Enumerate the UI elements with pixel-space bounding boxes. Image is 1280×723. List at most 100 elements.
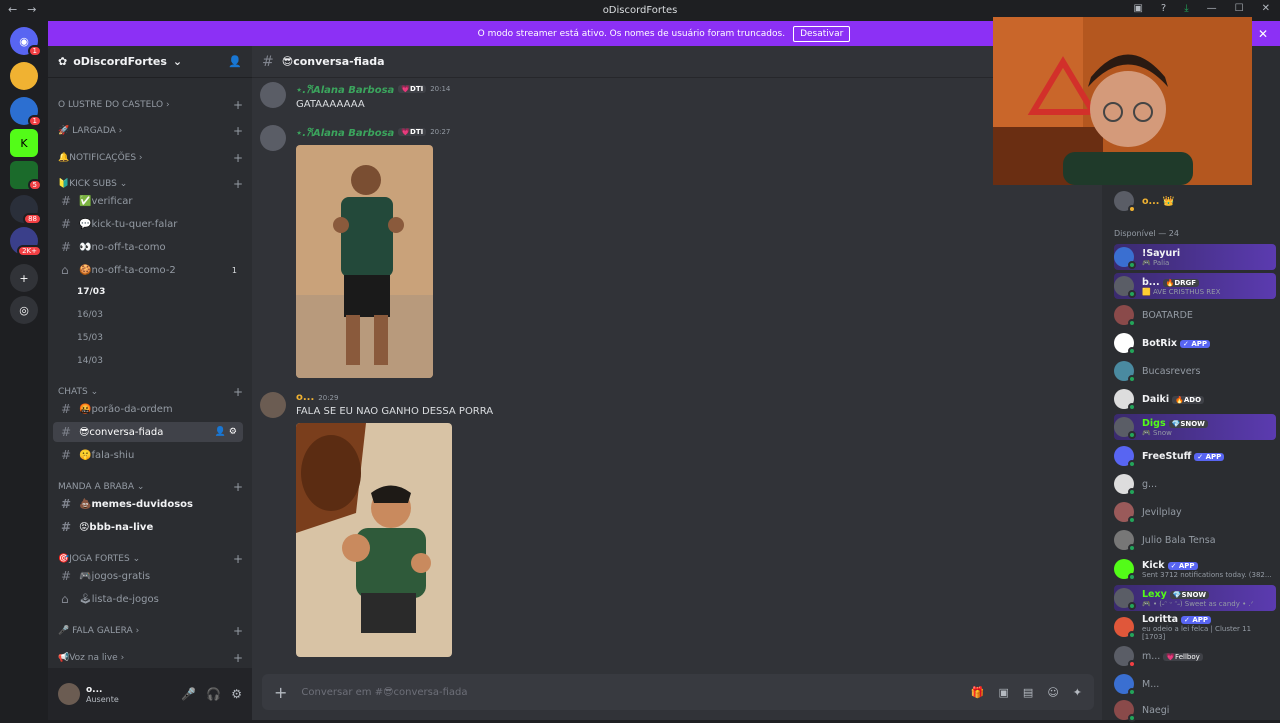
- member-item[interactable]: BOATARDE: [1114, 302, 1276, 328]
- member-item[interactable]: Daiki 🔥ADO: [1114, 386, 1276, 412]
- channel-lista[interactable]: ⌂ 🕹lista-de-jogos: [53, 589, 243, 609]
- maximize-button[interactable]: ☐: [1235, 3, 1244, 14]
- add-channel-icon[interactable]: +: [233, 385, 243, 399]
- headphones-icon[interactable]: 🎧: [206, 687, 221, 701]
- help-icon[interactable]: ?: [1161, 3, 1166, 14]
- member-item[interactable]: g...: [1114, 471, 1276, 497]
- attached-photo[interactable]: [296, 145, 433, 378]
- member-item[interactable]: FreeStuff ✓ APP: [1114, 443, 1276, 469]
- gift-icon[interactable]: 🎁: [971, 686, 985, 699]
- thread-item[interactable]: 17/03: [77, 287, 105, 297]
- avatar[interactable]: [58, 683, 80, 705]
- channel-verificar[interactable]: # ✅verificar: [53, 191, 243, 211]
- channel-nooff[interactable]: # 👀no-off-ta-como: [53, 237, 243, 257]
- forward-arrow-icon[interactable]: →: [27, 3, 36, 16]
- member-item[interactable]: b... 🔥DRGF 🟨 AVE CRISTHUS REX: [1114, 273, 1276, 299]
- category-kicksubs[interactable]: 🔰KICK SUBS ⌄ +: [58, 177, 243, 191]
- author-name[interactable]: o...: [296, 392, 314, 403]
- category-notificacoes[interactable]: 🔔NOTIFICAÇÕES › +: [58, 151, 243, 165]
- channel-jogos[interactable]: # 🎮jogos-gratis: [53, 566, 243, 586]
- server-folder[interactable]: 88: [10, 195, 42, 225]
- back-arrow-icon[interactable]: ←: [8, 3, 17, 16]
- channel-nooff2[interactable]: ⌂ 🍪no-off-ta-como-2 1: [53, 260, 243, 280]
- member-item[interactable]: Kick ✓ APP Sent 3712 notifications today. …: [1114, 556, 1276, 582]
- emoji-icon[interactable]: ☺: [1047, 686, 1058, 699]
- member-item[interactable]: Bucasrevers: [1114, 358, 1276, 384]
- channel-bbb[interactable]: # 😡bbb-na-live: [53, 517, 243, 537]
- member-item[interactable]: Jevilplay: [1114, 499, 1276, 525]
- member-activity: 🟨 AVE CRISTHUS REX: [1142, 287, 1221, 296]
- server-icon[interactable]: [10, 62, 38, 90]
- discover-icon[interactable]: ◎: [10, 296, 38, 324]
- guild-header[interactable]: ✿ oDiscordFortes ⌄ 👤: [48, 46, 252, 78]
- add-channel-icon[interactable]: +: [233, 480, 243, 494]
- close-button[interactable]: ✕: [1262, 3, 1270, 14]
- attached-illustration[interactable]: [296, 423, 452, 657]
- member-name: !Sayuri: [1142, 247, 1181, 259]
- member-item[interactable]: Julio Bala Tensa: [1114, 527, 1276, 553]
- message-header: o... 20:29: [296, 392, 493, 403]
- thread-item[interactable]: 15/03: [77, 333, 103, 343]
- member-item[interactable]: Loritta ✓ APP eu odeio a lei felca | Clust…: [1114, 614, 1276, 641]
- add-channel-icon[interactable]: +: [233, 98, 243, 112]
- upload-plus-icon[interactable]: +: [274, 683, 287, 702]
- add-channel-icon[interactable]: +: [233, 151, 243, 165]
- close-icon[interactable]: ✕: [1258, 27, 1268, 41]
- member-item[interactable]: Naegi: [1114, 697, 1276, 723]
- server-folder[interactable]: 2K+: [10, 227, 42, 257]
- member-name: Lexy 💎SNOW: [1142, 589, 1254, 600]
- server-icon[interactable]: 5: [10, 161, 42, 191]
- download-icon[interactable]: ⤓: [1184, 3, 1188, 14]
- member-item[interactable]: !Sayuri 🎮 Palia: [1114, 244, 1276, 270]
- add-channel-icon[interactable]: +: [233, 552, 243, 566]
- microphone-icon[interactable]: 🎤: [181, 687, 196, 701]
- avatar[interactable]: [260, 125, 286, 151]
- member-item[interactable]: Digs 💎SNOW 🎮 Snow: [1114, 414, 1276, 440]
- disable-streamer-button[interactable]: Desativar: [793, 25, 851, 42]
- home-button[interactable]: ◉ 1: [10, 27, 42, 57]
- channel-falashiu[interactable]: # 🤫fala-shiu: [53, 445, 243, 465]
- channel-conversa[interactable]: # 😎conversa-fiada 👤 ⚙: [53, 422, 243, 442]
- server-kick[interactable]: K: [10, 129, 38, 157]
- channel-label: 🤫fala-shiu: [79, 449, 135, 461]
- category-falagalera[interactable]: 🎤 FALA GALERA › +: [58, 624, 243, 638]
- category-largada[interactable]: 🚀 LARGADA › +: [58, 124, 243, 138]
- channel-kick[interactable]: # 💬kick-tu-quer-falar: [53, 214, 243, 234]
- add-channel-icon[interactable]: +: [233, 624, 243, 638]
- category-mandabraba[interactable]: MANDA A BRABA ⌄ +: [58, 480, 243, 494]
- author-name[interactable]: ⋆.𐙚Alana Barbosa: [296, 82, 394, 96]
- category-chats[interactable]: CHATS ⌄ +: [58, 385, 243, 399]
- thread-item[interactable]: 14/03: [77, 356, 103, 366]
- category-jogafortes[interactable]: 🎯JOGA FORTES ⌄ +: [58, 552, 243, 566]
- add-channel-icon[interactable]: +: [233, 177, 243, 191]
- member-name: m... 💗Fellboy: [1142, 651, 1203, 662]
- gear-icon[interactable]: ⚙: [231, 687, 242, 701]
- gif-icon[interactable]: ▣: [999, 686, 1009, 699]
- category-lustre[interactable]: O LUSTRE DO CASTELO › +: [58, 98, 243, 112]
- channel-memes[interactable]: # 💩memes-duvidosos: [53, 494, 243, 514]
- message-composer[interactable]: + Conversar em #😎conversa-fiada 🎁 ▣ ▤ ☺ …: [262, 674, 1094, 710]
- add-server-icon[interactable]: +: [10, 264, 38, 292]
- mention-badge: 1: [27, 45, 42, 57]
- avatar[interactable]: [260, 392, 286, 418]
- member-item[interactable]: M...: [1114, 671, 1276, 697]
- minimize-button[interactable]: —: [1207, 3, 1217, 14]
- server-icon[interactable]: 1: [10, 97, 42, 127]
- category-voznalive[interactable]: 📢Voz na live › +: [58, 651, 243, 665]
- add-channel-icon[interactable]: +: [233, 124, 243, 138]
- sticker-icon[interactable]: ▤: [1023, 686, 1033, 699]
- channel-porao[interactable]: # 🤬porão-da-ordem: [53, 399, 243, 419]
- member-item[interactable]: BotRix ✓ APP: [1114, 330, 1276, 356]
- add-channel-icon[interactable]: +: [233, 651, 243, 665]
- member-item[interactable]: Lexy 💎SNOW 🎮 • (˶ᵔ ᵕ ᵔ˶) Sweet as candy • …: [1114, 585, 1276, 611]
- member-item[interactable]: o... 👑: [1114, 188, 1276, 214]
- add-member-icon[interactable]: 👤: [228, 55, 242, 68]
- settings-icons[interactable]: 👤 ⚙: [215, 427, 237, 437]
- avatar[interactable]: [260, 82, 286, 108]
- composer-placeholder[interactable]: Conversar em #😎conversa-fiada: [301, 687, 467, 698]
- member-item[interactable]: m... 💗Fellboy: [1114, 643, 1276, 669]
- author-name[interactable]: ⋆.𐙚Alana Barbosa: [296, 125, 394, 139]
- apps-icon[interactable]: ✦: [1073, 686, 1082, 699]
- inbox-icon[interactable]: ▣: [1133, 3, 1142, 14]
- thread-item[interactable]: 16/03: [77, 310, 103, 320]
